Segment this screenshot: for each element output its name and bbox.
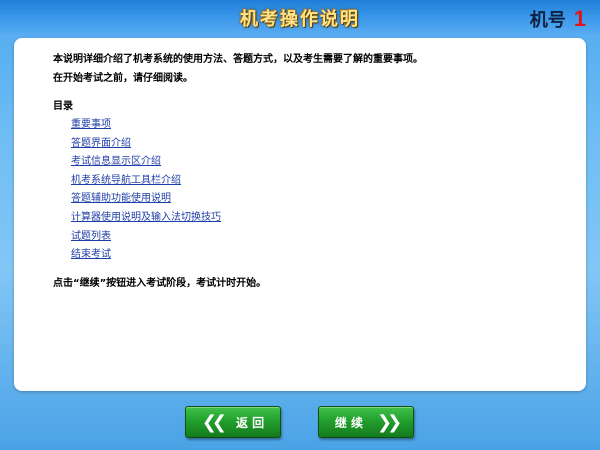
page-title: 机考操作说明 [240, 9, 360, 30]
toc-link-important-notes[interactable]: 重要事项 [71, 119, 111, 130]
toc-link-navigation-toolbar[interactable]: 机考系统导航工具栏介绍 [71, 175, 181, 186]
toc-link-question-list[interactable]: 试题列表 [71, 231, 111, 242]
continue-button-label: 继 续 [334, 415, 363, 430]
table-of-contents: 重要事项 答题界面介绍 考试信息显示区介绍 机考系统导航工具栏介绍 答题辅助功能… [71, 118, 221, 267]
toc-item: 试题列表 [71, 230, 221, 249]
toc-item: 结束考试 [71, 248, 221, 267]
instructions-panel: 本说明详细介绍了机考系统的使用方法、答题方式，以及考生需要了解的重要事项。 在开… [14, 38, 586, 391]
toc-link-assist-functions[interactable]: 答题辅助功能使用说明 [71, 193, 171, 204]
intro-text: 本说明详细介绍了机考系统的使用方法、答题方式，以及考生需要了解的重要事项。 [53, 54, 423, 65]
machine-number: 1 [573, 6, 586, 31]
intro-reminder: 在开始考试之前，请仔细阅读。 [53, 73, 193, 84]
toc-heading: 目录 [53, 101, 73, 112]
toc-item: 机考系统导航工具栏介绍 [71, 174, 221, 193]
toc-link-answer-interface[interactable]: 答题界面介绍 [71, 138, 131, 149]
double-chevron-left-icon: ❮❮ [201, 411, 227, 433]
double-chevron-right-icon: ❯❯ [377, 411, 402, 433]
machine-label: 机号 [529, 10, 566, 31]
toc-link-end-exam[interactable]: 结束考试 [71, 249, 111, 260]
machine-id: 机号 1 [530, 6, 586, 32]
back-button-label: 返 回 [235, 415, 265, 430]
toc-item: 重要事项 [71, 118, 221, 137]
header-bar: 机考操作说明 机号 1 [0, 0, 600, 38]
toc-link-exam-info-area[interactable]: 考试信息显示区介绍 [71, 156, 161, 167]
toc-item: 计算器使用说明及输入法切换技巧 [71, 211, 221, 230]
continue-button[interactable]: 继 续 ❯❯ [318, 406, 414, 438]
toc-item: 答题辅助功能使用说明 [71, 192, 221, 211]
continue-instruction: 点击“继续”按钮进入考试阶段，考试计时开始。 [53, 278, 267, 289]
toc-item: 答题界面介绍 [71, 137, 221, 156]
toc-link-calculator-ime[interactable]: 计算器使用说明及输入法切换技巧 [71, 212, 221, 223]
back-button[interactable]: ❮❮ 返 回 [185, 406, 281, 438]
toc-item: 考试信息显示区介绍 [71, 155, 221, 174]
